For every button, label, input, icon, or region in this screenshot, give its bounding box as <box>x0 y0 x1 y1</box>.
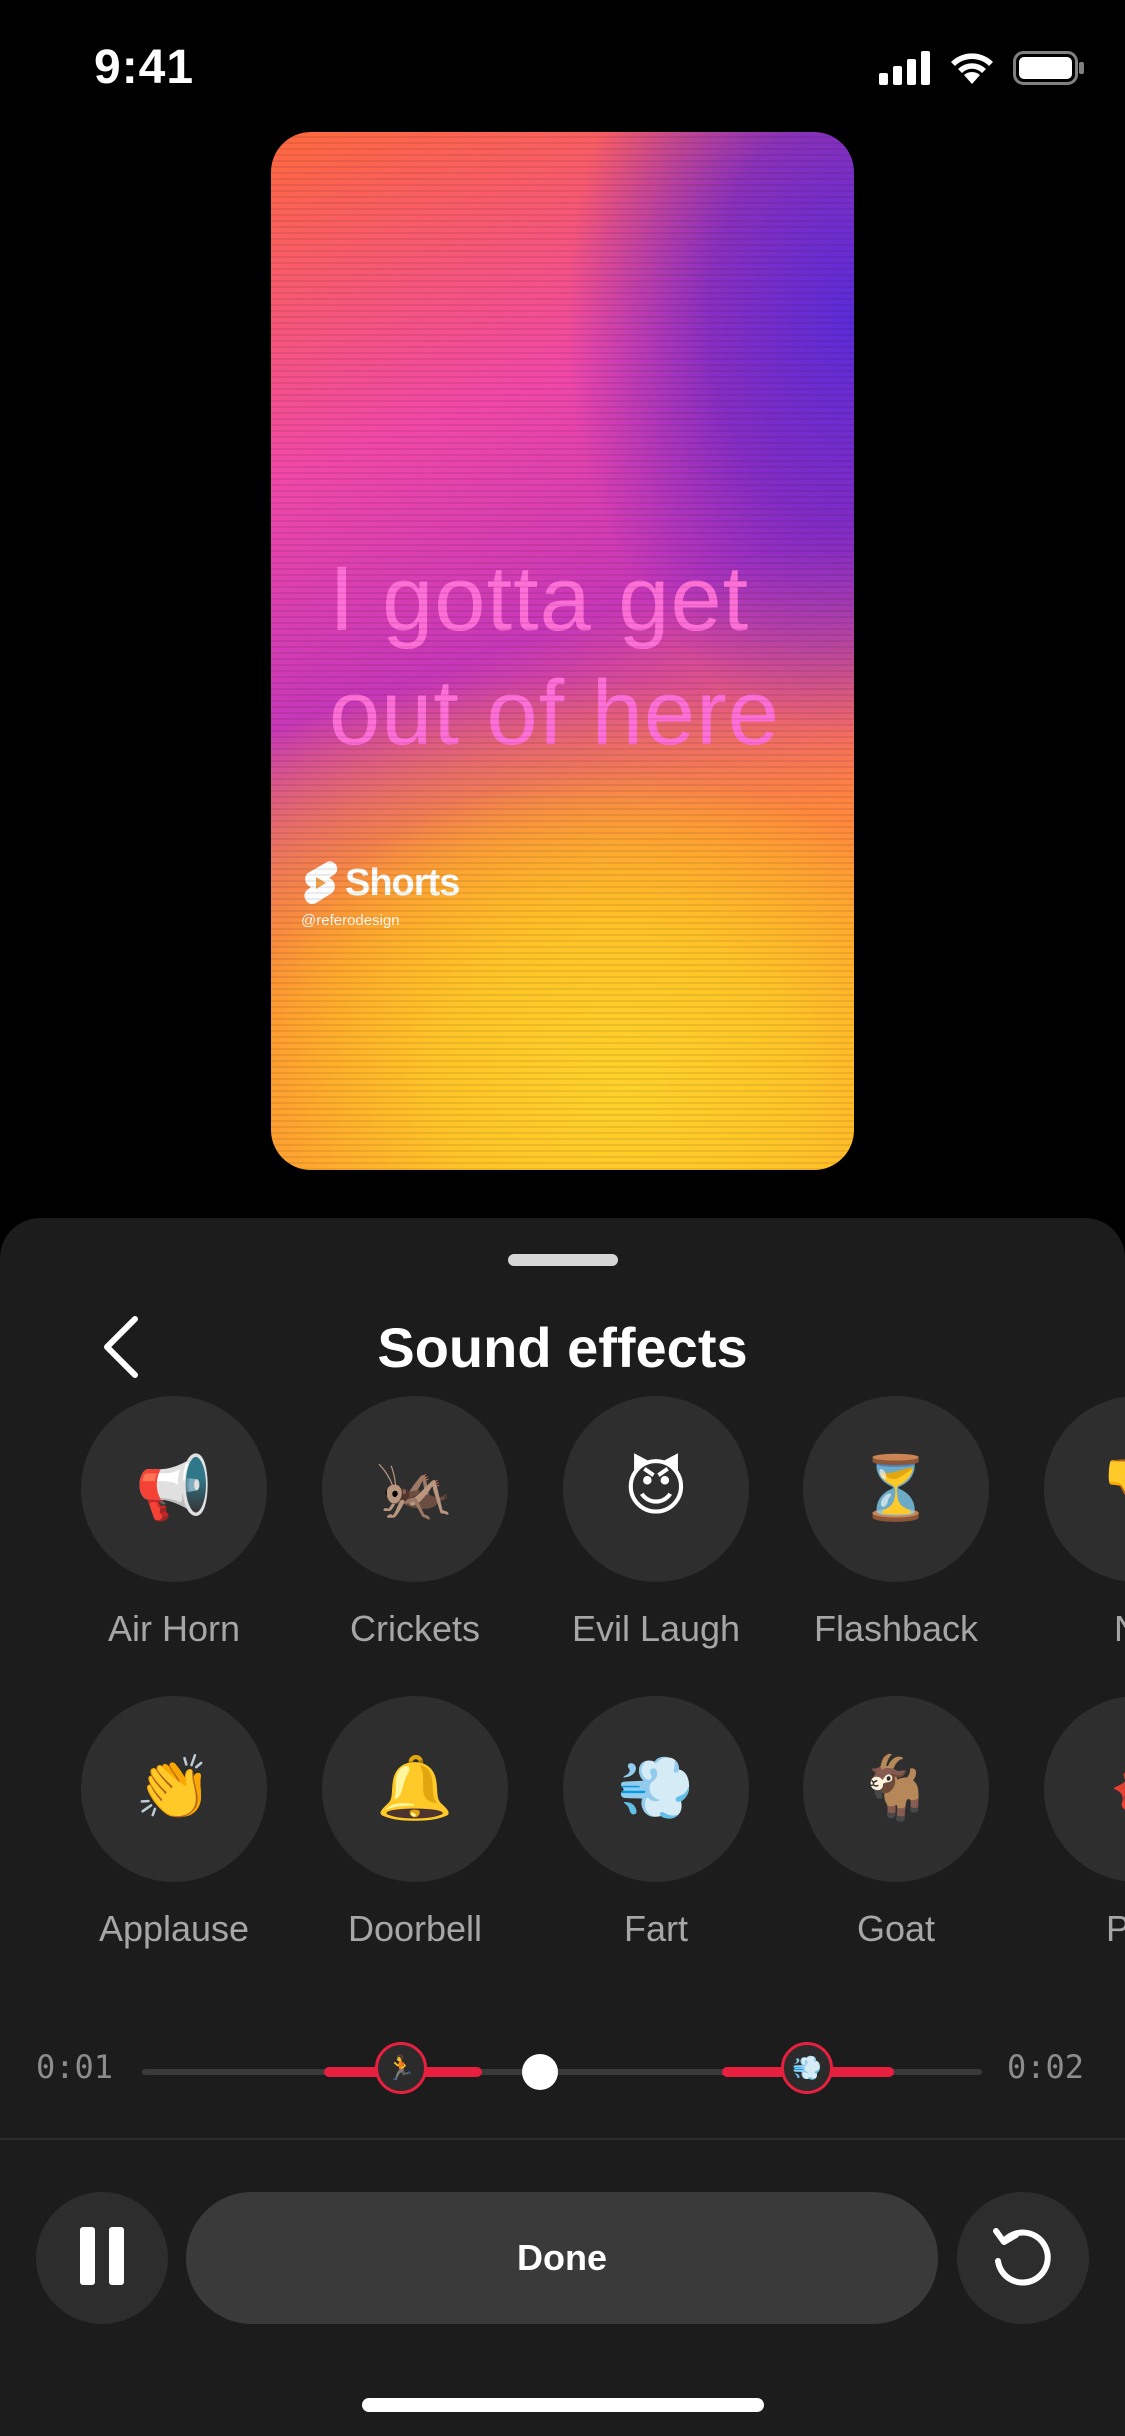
effect-label: Flashback <box>813 1608 979 1649</box>
effect-label: Fart <box>623 1908 688 1949</box>
effect-crickets[interactable]: 🦗 Crickets <box>315 1396 515 1656</box>
effect-label: Doorbell <box>347 1908 483 1949</box>
status-bar: 9:41 <box>0 0 1125 140</box>
caption-line-2: out of here <box>329 662 780 764</box>
playhead[interactable] <box>522 2054 558 2090</box>
thumbs-icon: 👎 <box>1044 1396 1125 1582</box>
effect-applause[interactable]: 👏 Applause <box>74 1696 274 1956</box>
effect-label: Applause <box>98 1908 250 1949</box>
home-indicator[interactable] <box>362 2398 764 2412</box>
dash-icon[interactable]: 💨 <box>781 2042 833 2094</box>
timeline: 0:01 🏃 💨 0:02 <box>0 2026 1125 2116</box>
devil-icon: 😈 <box>563 1396 749 1582</box>
effect-air-horn[interactable]: 📢 Air Horn <box>74 1396 274 1656</box>
sheet-grabber[interactable] <box>508 1254 618 1266</box>
creator-handle: @referodesign <box>301 912 400 929</box>
effect-doorbell[interactable]: 🔔 Doorbell <box>315 1696 515 1956</box>
caption-line-1: I gotta get <box>329 548 750 650</box>
effect-label: Evil Laugh <box>571 1608 741 1649</box>
status-time: 9:41 <box>94 41 195 94</box>
sound-effects-sheet: Sound effects 📢 Air Horn 🦗 Crickets 😈 Ev… <box>0 1218 1125 2436</box>
effect-label: No <box>1017 1608 1125 1650</box>
divider <box>0 2138 1125 2140</box>
done-button[interactable]: Done <box>186 2192 938 2324</box>
cricket-icon: 🦗 <box>322 1396 508 1582</box>
status-icons <box>879 48 1085 92</box>
dash-icon: 💨 <box>563 1696 749 1882</box>
pause-button[interactable] <box>36 2192 168 2324</box>
video-preview[interactable]: I gotta get out of here Shorts @referode… <box>271 132 854 1170</box>
effect-label: Goat <box>856 1908 936 1949</box>
hourglass-icon: ⏳ <box>803 1396 989 1582</box>
shorts-brand: Shorts <box>345 861 460 904</box>
effect-label: Plot <box>1105 1908 1125 1949</box>
running-icon[interactable]: 🏃 <box>375 2042 427 2094</box>
cellular-signal-icon <box>879 50 931 90</box>
effect-fart[interactable]: 💨 Fart <box>556 1696 756 1956</box>
shorts-watermark: Shorts @referodesign <box>301 860 460 929</box>
air-horn-icon: 📢 <box>81 1396 267 1582</box>
effect-plot[interactable]: 🦸 Plot <box>1037 1696 1125 1956</box>
end-time: 0:02 <box>1007 2048 1085 2086</box>
shorts-logo-icon <box>301 860 339 906</box>
effect-flashback[interactable]: ⏳ Flashback <box>796 1396 996 1656</box>
start-time: 0:01 <box>36 2048 114 2086</box>
superhero-icon: 🦸 <box>1044 1696 1125 1882</box>
sheet-title: Sound effects <box>377 1316 748 1379</box>
effect-evil-laugh[interactable]: 😈 Evil Laugh <box>556 1396 756 1656</box>
effect-partial-5[interactable]: 👎 No <box>1037 1396 1125 1656</box>
goat-icon: 🐐 <box>803 1696 989 1882</box>
wifi-icon <box>949 51 995 90</box>
effect-label: Crickets <box>349 1608 480 1649</box>
effect-label: Air Horn <box>107 1608 241 1649</box>
clapping-icon: 👏 <box>81 1696 267 1882</box>
undo-button[interactable] <box>957 2192 1089 2324</box>
effects-row-1: 📢 Air Horn 🦗 Crickets 😈 Evil Laugh ⏳ Fla… <box>0 1396 1125 1656</box>
shorts-logo: Shorts <box>301 860 460 906</box>
bell-icon: 🔔 <box>322 1696 508 1882</box>
pause-icon <box>78 2226 126 2290</box>
video-caption: I gotta get out of here <box>329 542 849 770</box>
undo-icon <box>988 2221 1058 2296</box>
effects-row-2: 👏 Applause 🔔 Doorbell 💨 Fart 🐐 Goat 🦸 Pl… <box>0 1696 1125 1956</box>
battery-icon <box>1013 50 1085 90</box>
effect-goat[interactable]: 🐐 Goat <box>796 1696 996 1956</box>
